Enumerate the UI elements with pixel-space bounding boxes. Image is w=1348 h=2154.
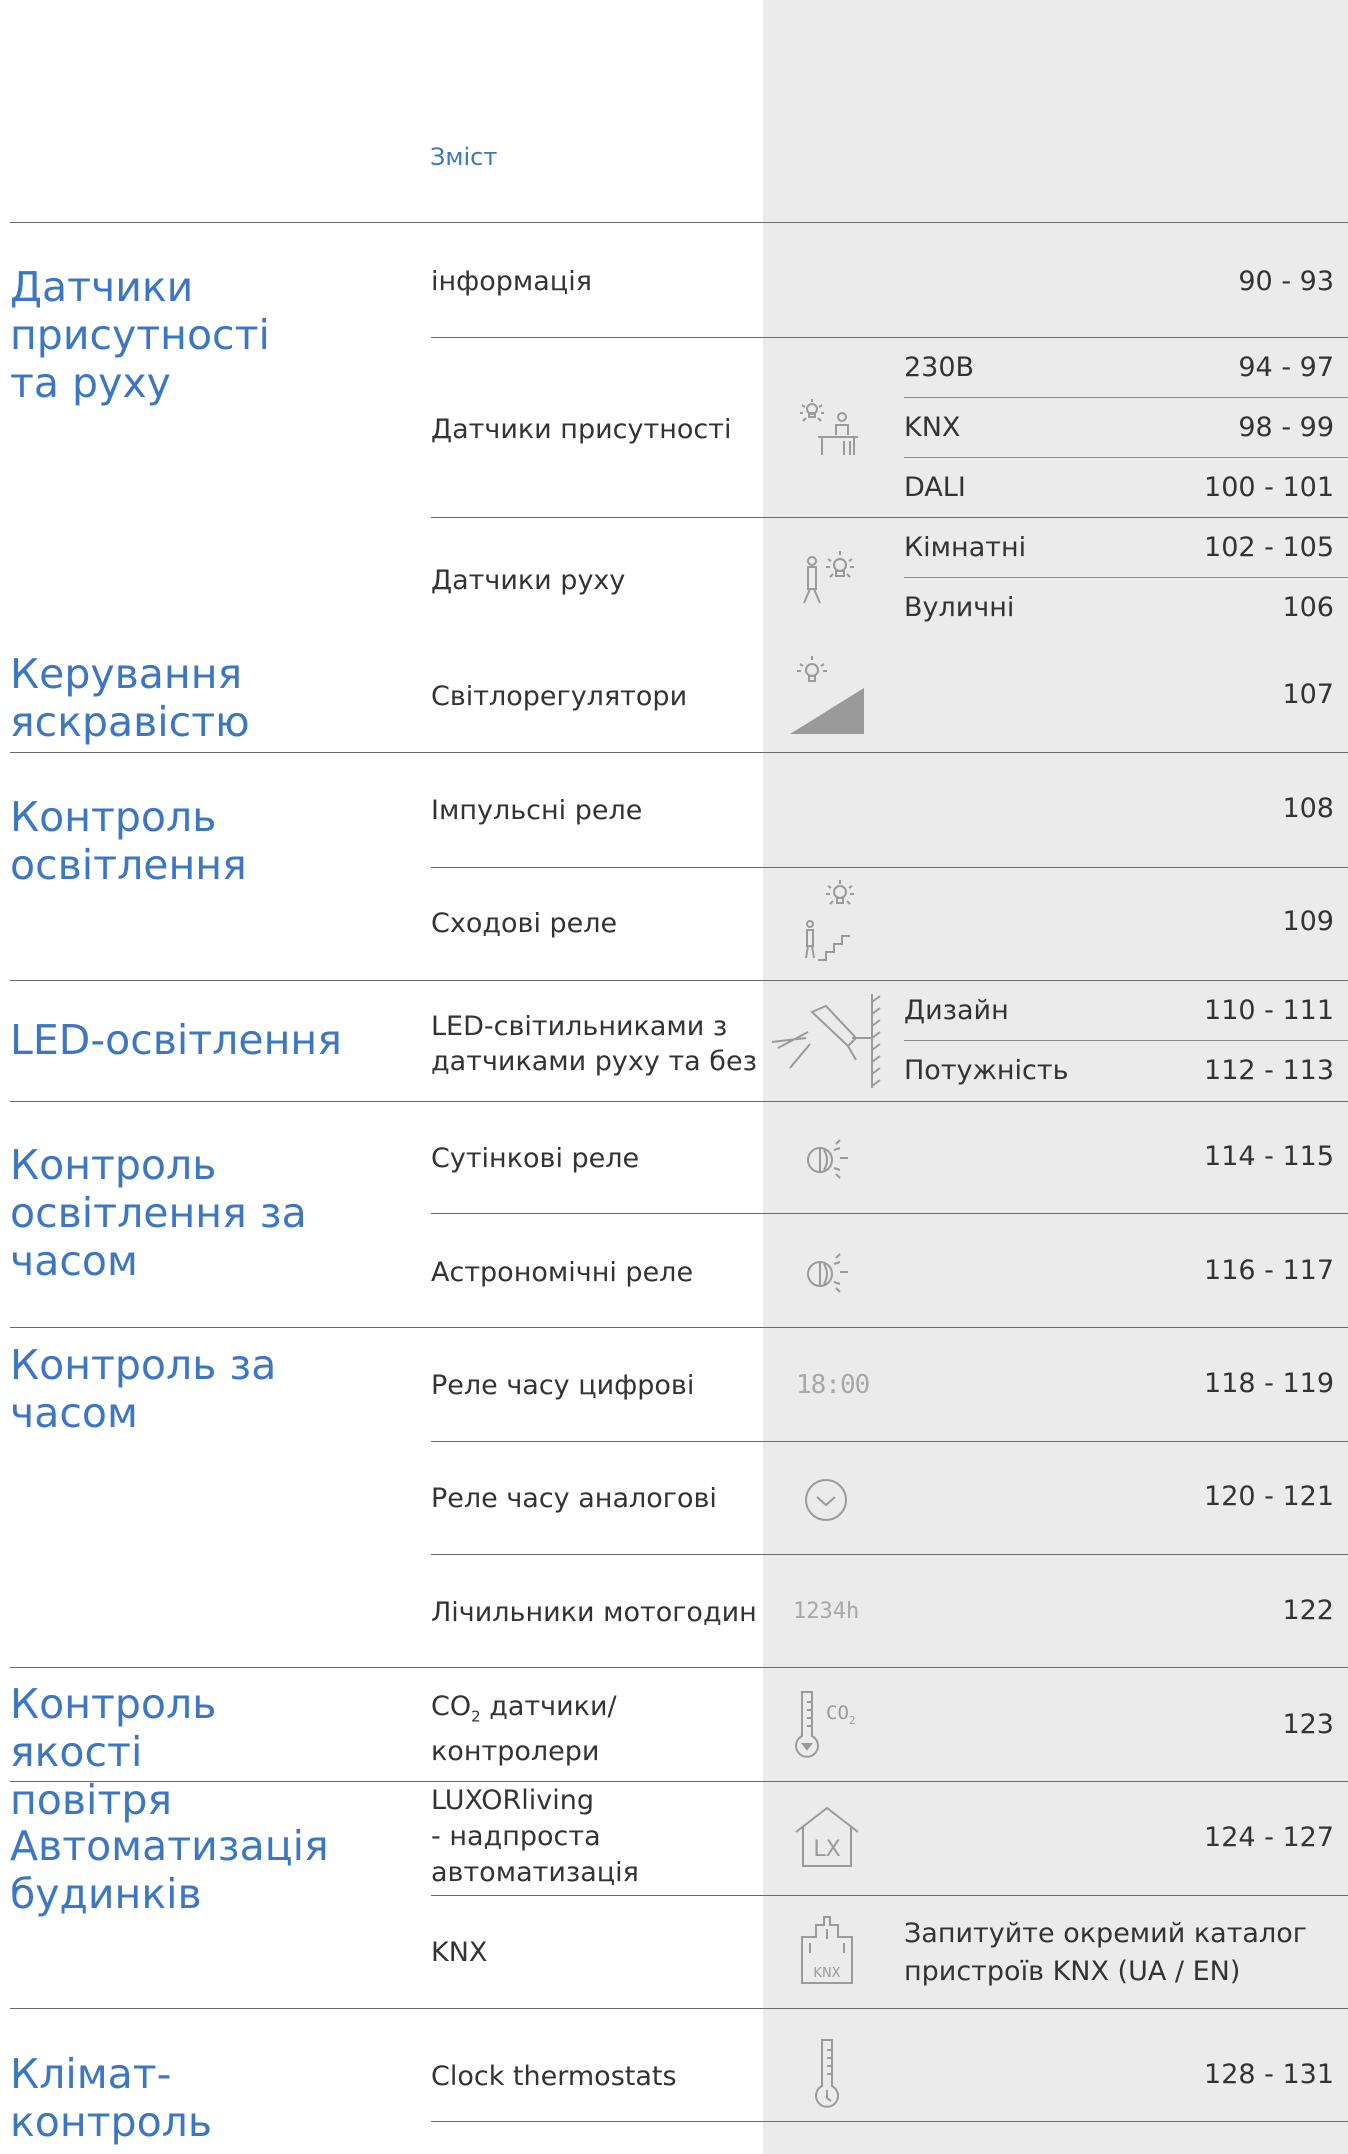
astro-icon [802,1250,852,1298]
category-air-quality[interactable]: Контроль якості повітря [10,1680,310,1824]
item-led-line2: датчиками руху та без [431,1046,757,1077]
item-presence-sensors[interactable]: Датчики присутності [431,412,731,447]
category-led-lighting[interactable]: LED-освітлення [10,1016,410,1064]
hour-counter-icon: 1234h [793,1599,860,1624]
divider [431,337,1348,338]
page-range: 109 [1282,906,1334,937]
page-range: 124 - 127 [1204,1822,1334,1853]
page-range: 107 [1282,679,1334,710]
digital-clock-icon: 18:00 [796,1370,870,1400]
category-home-automation[interactable]: Автоматизація будинків [10,1822,340,1918]
divider [10,2008,1348,2009]
svg-text:KNX: KNX [813,1966,840,1981]
item-hour-counters[interactable]: Лічильники мотогодин [431,1595,757,1630]
page-range: 100 - 101 [1204,472,1334,503]
item-digital-timers[interactable]: Реле часу цифрові [431,1368,694,1403]
item-led-line1: LED-світильниками з [431,1011,728,1042]
divider [431,2121,1348,2122]
co2-icon-label: CO2 [826,1702,856,1727]
page-range: 114 - 115 [1204,1141,1334,1172]
item-knx[interactable]: KNX [431,1935,487,1970]
sub-230v[interactable]: 230В [904,352,974,383]
sub-indoor[interactable]: Кімнатні [904,532,1026,563]
category-brightness[interactable]: Керування яскравістю [10,650,270,746]
page-range: 108 [1282,793,1334,824]
sub-knx[interactable]: KNX [904,412,960,443]
divider [904,457,1348,458]
divider [10,222,1348,223]
knx-building-icon: KNX [800,1913,854,1985]
divider [10,1327,1348,1328]
item-analog-timers[interactable]: Реле часу аналогові [431,1481,717,1516]
analog-clock-icon [803,1477,849,1523]
stair-icon [800,878,860,964]
divider [431,867,1348,868]
item-luxor-line1: LUXORliving [431,1785,594,1816]
divider [431,1895,1348,1896]
page-range: 106 [1282,592,1334,623]
item-luxor-line2: - надпроста [431,1821,601,1852]
page-range: 123 [1282,1709,1334,1740]
item-astronomical-relays[interactable]: Астрономічні реле [431,1255,693,1290]
knx-note-line1: Запитуйте окремий каталог [904,1918,1307,1949]
led-icon [768,992,884,1090]
divider [431,1554,1348,1555]
item-led-luminaires[interactable]: LED-світильниками з датчиками руху та бе… [431,1009,757,1079]
page-range: 118 - 119 [1204,1368,1334,1399]
page-range: 120 - 121 [1204,1481,1334,1512]
item-twilight-relays[interactable]: Сутінкові реле [431,1141,639,1176]
item-clock-thermostats[interactable]: Clock thermostats [431,2059,677,2094]
item-dimmers[interactable]: Світлорегулятори [431,679,687,714]
item-co2-line1: CO2 датчики/ [431,1691,617,1726]
item-impulse-relays[interactable]: Імпульсні реле [431,793,642,828]
page-range: 116 - 117 [1204,1255,1334,1286]
divider [431,517,1348,518]
presence-icon [792,397,864,463]
item-info[interactable]: інформація [431,264,592,299]
motion-icon [800,547,860,617]
knx-catalog-note: Запитуйте окремий каталог пристроїв KNX … [904,1915,1307,1991]
page-range: 112 - 113 [1204,1055,1334,1086]
page-range: 122 [1282,1595,1334,1626]
page-range: 90 - 93 [1238,266,1334,297]
sub-dali[interactable]: DALI [904,472,966,503]
sub-outdoor[interactable]: Вуличні [904,592,1014,623]
item-luxor-line3: автоматизація [431,1857,639,1888]
divider [10,1667,1348,1668]
category-time-lighting[interactable]: Контроль освітлення за часом [10,1141,310,1285]
thermometer-icon [812,2036,842,2112]
sub-design[interactable]: Дизайн [904,995,1009,1026]
page-range: 98 - 99 [1238,412,1334,443]
divider [904,577,1348,578]
knx-note-line2: пристроїв KNX (UA / EN) [904,1956,1241,1987]
divider [431,1213,1348,1214]
svg-text:LX: LX [813,1837,840,1862]
page-title: Зміст [430,143,498,171]
page-range: 94 - 97 [1238,352,1334,383]
page-range: 128 - 131 [1204,2059,1334,2090]
divider [10,752,1348,753]
twilight-icon [802,1136,852,1184]
item-co2-line2: контролери [431,1736,600,1768]
category-lighting-control[interactable]: Контроль освітлення [10,793,270,889]
item-co2-sensors[interactable]: CO2 датчики/ контролери [431,1689,617,1769]
sub-power[interactable]: Потужність [904,1055,1069,1086]
divider [10,980,1348,981]
page-range: 102 - 105 [1204,532,1334,563]
category-climate[interactable]: Клімат-контроль [10,2050,230,2146]
co2-icon [792,1688,822,1760]
category-time-control[interactable]: Контроль за часом [10,1341,290,1437]
category-presence-motion[interactable]: Датчики присутності та руху [10,263,310,407]
divider [904,1040,1348,1041]
house-lx-icon: LX [793,1804,861,1868]
item-motion-sensors[interactable]: Датчики руху [431,563,625,598]
page-range: 110 - 111 [1204,995,1334,1026]
divider [904,397,1348,398]
divider [10,1101,1348,1102]
dimmer-icon [788,654,868,736]
divider [431,1441,1348,1442]
item-stair-relays[interactable]: Сходові реле [431,906,617,941]
item-luxorliving[interactable]: LUXORliving - надпроста автоматизація [431,1783,639,1891]
